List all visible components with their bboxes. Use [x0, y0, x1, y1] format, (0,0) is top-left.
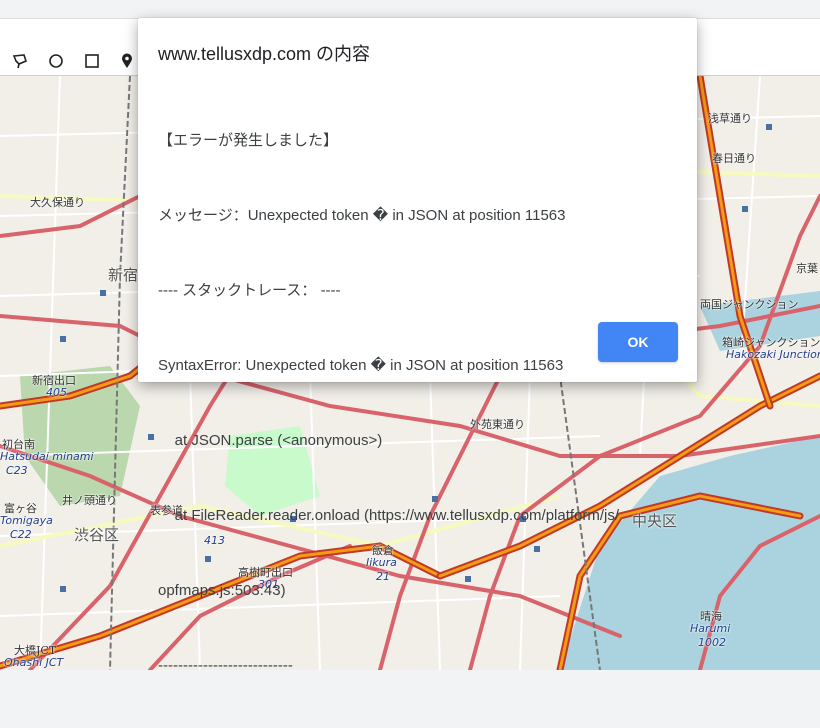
- map-label: Harumi: [690, 622, 731, 635]
- map-label: 春日通り: [712, 152, 756, 165]
- dialog-message-line: opfmaps.js:503:43): [158, 582, 286, 599]
- map-pin-icon: [122, 53, 132, 68]
- map-label: Ohashi JCT: [4, 656, 64, 669]
- lasso-icon: [12, 54, 27, 69]
- circle-icon: [49, 54, 63, 68]
- map-label: 京葉: [796, 262, 818, 275]
- map-label: 両国ジャンクション: [700, 298, 799, 311]
- map-label: 大久保通り: [30, 196, 85, 209]
- map-label: C23: [6, 464, 28, 477]
- alert-dialog: www.tellusxdp.com の内容 【エラーが発生しました】 メッセージ…: [138, 18, 697, 674]
- circle-tool-button[interactable]: [44, 49, 68, 73]
- dialog-message-line: メッセージ：Unexpected token � in JSON at posi…: [158, 207, 566, 224]
- map-label: Hakozaki Junction: [726, 348, 820, 361]
- dialog-message-line: at FileReader.reader.onload (https://www…: [158, 507, 620, 524]
- map-label: 渋谷区: [74, 526, 120, 544]
- map-label: 405: [46, 386, 67, 399]
- map-label: Tomigaya: [0, 514, 53, 527]
- square-tool-button[interactable]: [80, 49, 104, 73]
- map-label: 井ノ頭通り: [62, 494, 117, 507]
- browser-top-strip: [0, 0, 820, 19]
- square-icon: [85, 54, 99, 68]
- map-label: Hatsudai minami: [0, 450, 94, 463]
- dialog-message: 【エラーが発生しました】 メッセージ：Unexpected token � in…: [158, 78, 688, 728]
- map-label: 浅草通り: [708, 112, 752, 125]
- map-label: C22: [10, 528, 32, 541]
- dialog-message-line: ---- スタックトレース： ----: [158, 282, 341, 299]
- dialog-message-line: at JSON.parse (<anonymous>): [158, 432, 383, 449]
- dialog-title: www.tellusxdp.com の内容: [158, 44, 371, 64]
- ok-button[interactable]: OK: [598, 322, 678, 362]
- map-label: 新宿: [108, 266, 139, 284]
- lasso-tool-button[interactable]: [8, 49, 32, 73]
- dialog-message-line: ---------------------------: [158, 657, 293, 674]
- marker-tool-button[interactable]: [115, 49, 139, 73]
- dialog-message-line: 【エラーが発生しました】: [158, 132, 339, 149]
- map-label: 1002: [698, 636, 726, 649]
